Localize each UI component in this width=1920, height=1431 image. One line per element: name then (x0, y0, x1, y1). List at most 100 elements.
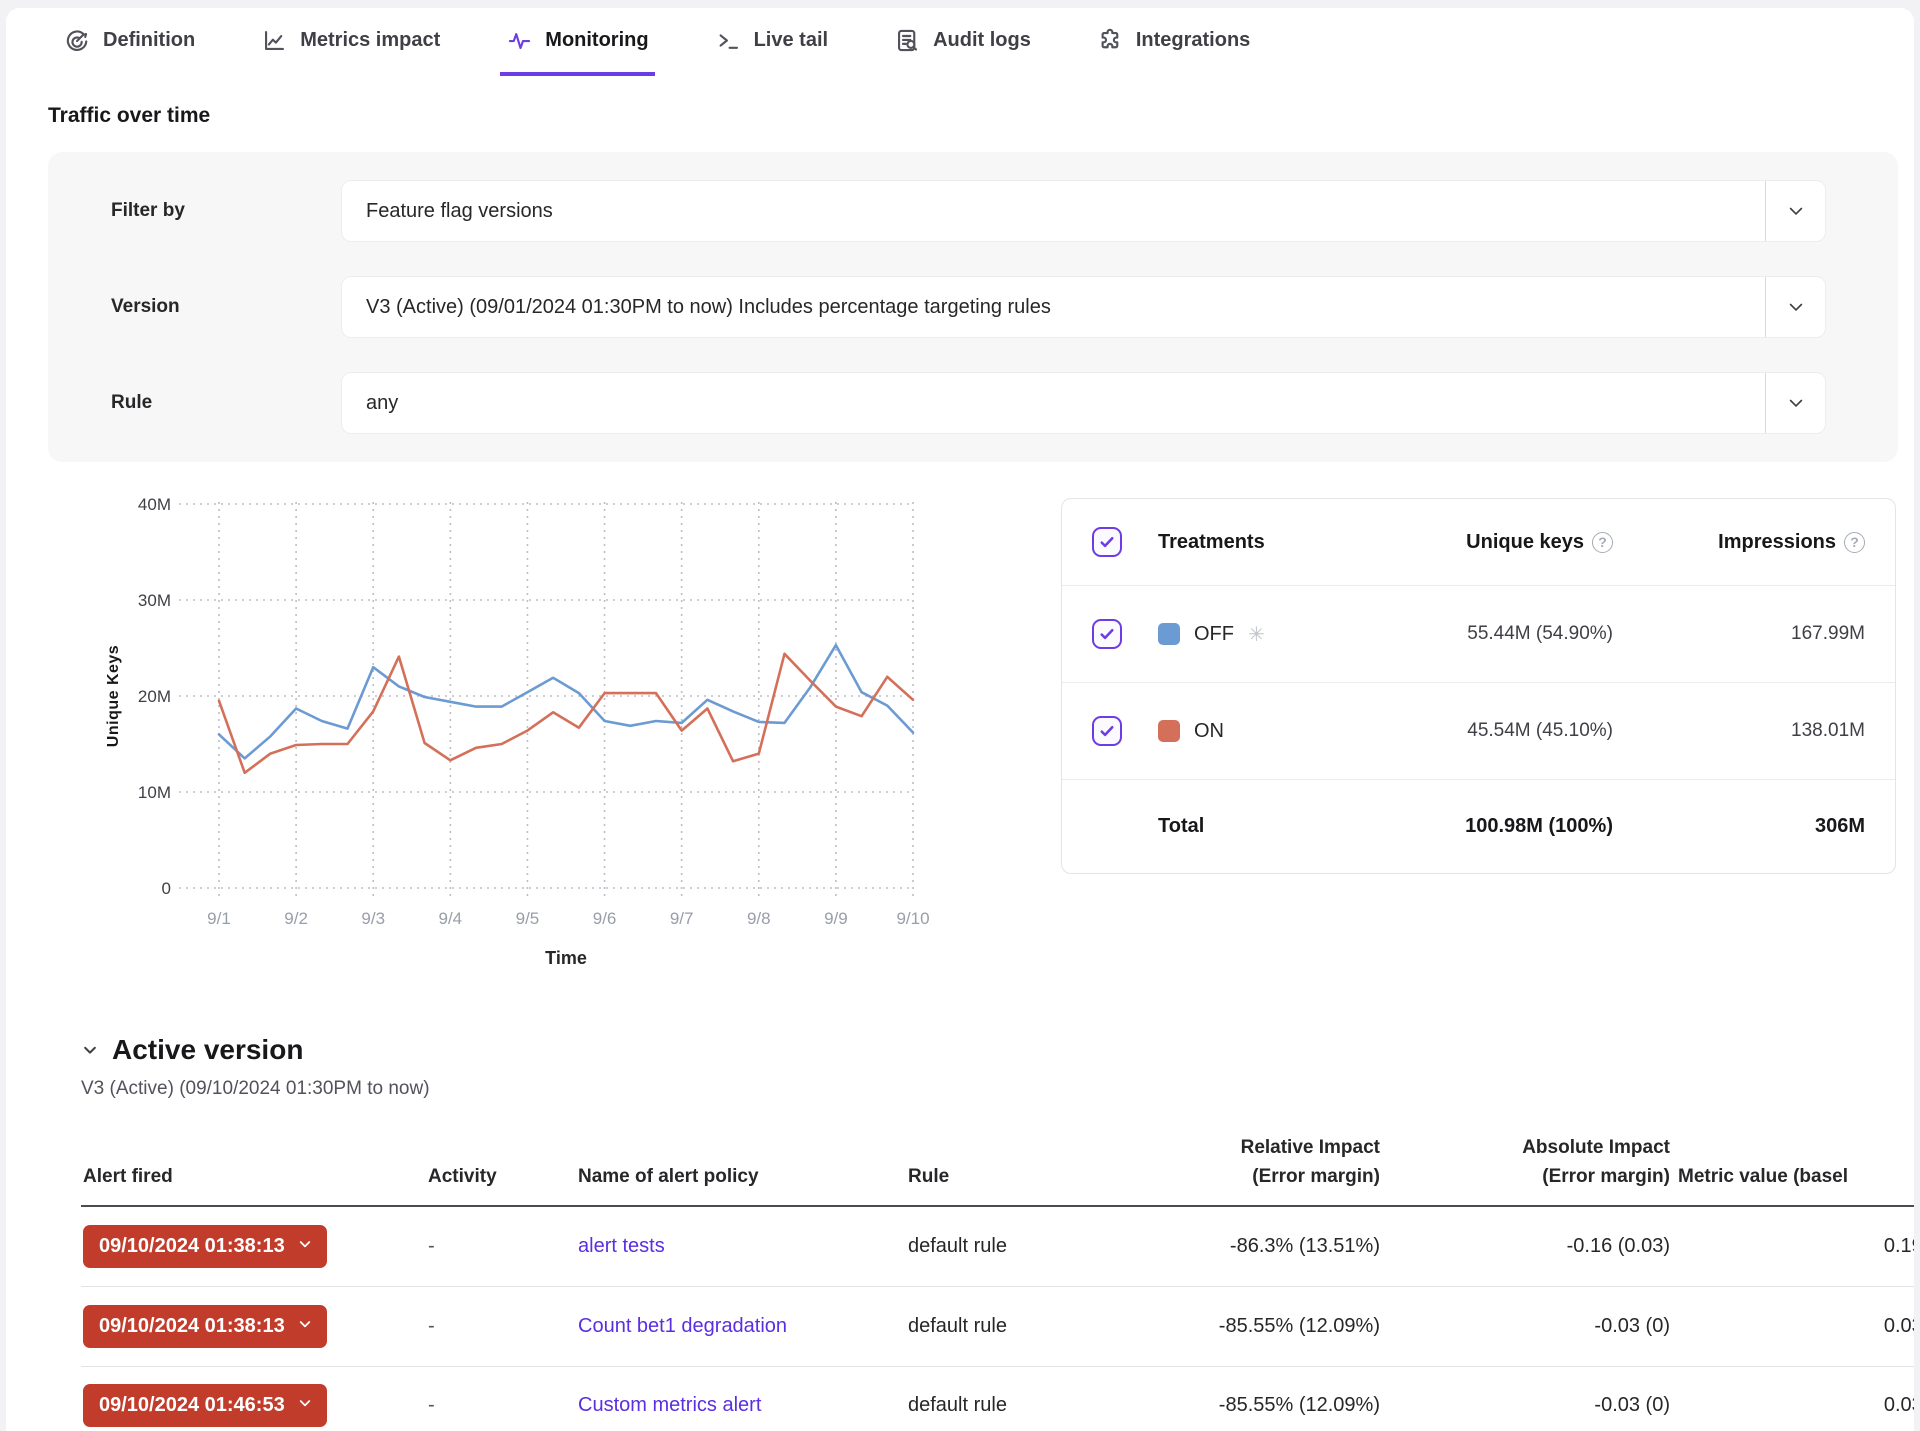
svg-text:9/4: 9/4 (439, 909, 463, 928)
treatment-row-off: OFF✳55.44M (54.90%)167.99M (1062, 585, 1895, 682)
alert-policy-link[interactable]: Count bet1 degradation (578, 1315, 787, 1337)
svg-text:9/10: 9/10 (896, 909, 929, 928)
column-header-2: Name of alert policy (576, 1163, 906, 1206)
filter-label: Version (111, 296, 341, 318)
alert-activity: - (426, 1315, 576, 1338)
alert-policy-link[interactable]: alert tests (578, 1235, 665, 1257)
select-value: V3 (Active) (09/01/2024 01:30PM to now) … (366, 296, 1051, 319)
select-value: any (366, 392, 398, 415)
alert-relative-impact: -85.55% (12.09%) (1131, 1315, 1386, 1338)
active-version-title: Active version (112, 1034, 303, 1066)
svg-text:9/3: 9/3 (361, 909, 385, 928)
svg-text:9/6: 9/6 (593, 909, 617, 928)
treatments-panel: Treatments Unique keys ? Impressions ? O… (1061, 498, 1896, 874)
alert-metric-value: 0.03 ( (1676, 1315, 1914, 1338)
tab-metrics-impact[interactable]: Metrics impact (255, 8, 446, 76)
treatment-row-on: ON 45.54M (45.10%)138.01M (1062, 682, 1895, 779)
svg-text:40M: 40M (138, 495, 171, 514)
alert-relative-impact: -85.55% (12.09%) (1131, 1394, 1386, 1417)
active-version-subtitle: V3 (Active) (09/10/2024 01:30PM to now) (81, 1078, 1914, 1100)
svg-text:9/1: 9/1 (207, 909, 231, 928)
chevron-down-icon (297, 1315, 313, 1338)
filter-row-version: Version V3 (Active) (09/01/2024 01:30PM t… (111, 276, 1826, 338)
alert-absolute-impact: -0.03 (0) (1386, 1394, 1676, 1417)
column-header-6: Metric value (basel (1676, 1163, 1914, 1206)
svg-text:Time: Time (545, 948, 587, 968)
tab-audit-logs[interactable]: Audit logs (888, 8, 1037, 76)
live-tail-icon (715, 27, 742, 54)
alert-row: 09/10/2024 01:46:53 -Custom metrics alert… (81, 1367, 1914, 1431)
tab-definition[interactable]: Definition (58, 8, 201, 76)
column-header-1: Activity (426, 1163, 576, 1206)
filter-panel: Filter by Feature flag versions Version V3 … (48, 152, 1898, 462)
treatment-name: OFF (1194, 623, 1234, 646)
tab-label: Live tail (754, 29, 828, 52)
metrics-impact-icon (261, 27, 288, 54)
definition-icon (64, 27, 91, 54)
alert-rule: default rule (906, 1235, 1131, 1258)
filter-label: Filter by (111, 200, 341, 222)
alert-relative-impact: -86.3% (13.51%) (1131, 1235, 1386, 1258)
chevron-down-icon (297, 1394, 313, 1417)
tab-bar: Definition Metrics impact Monitoring Live t… (6, 8, 1914, 76)
svg-text:30M: 30M (138, 591, 171, 610)
tab-label: Definition (103, 29, 195, 52)
alert-metric-value: 0.19 ( (1676, 1235, 1914, 1258)
chevron-down-icon (297, 1235, 313, 1258)
alert-absolute-impact: -0.03 (0) (1386, 1315, 1676, 1338)
column-header-4: Relative Impact (Error margin) (1131, 1134, 1386, 1205)
alert-fired-timestamp: 09/10/2024 01:38:13 (99, 1315, 285, 1338)
alert-activity: - (426, 1394, 576, 1417)
svg-text:9/9: 9/9 (824, 909, 848, 928)
treatment-impressions: 167.99M (1613, 623, 1865, 645)
alert-rule: default rule (906, 1315, 1131, 1338)
collapse-chevron-icon[interactable] (81, 1041, 99, 1059)
unique-keys-column-label: Unique keys (1466, 531, 1584, 554)
treatment-name: ON (1194, 720, 1224, 743)
alert-policy-link[interactable]: Custom metrics alert (578, 1394, 761, 1416)
treatments-select-all-checkbox[interactable] (1092, 527, 1122, 557)
filter-by-select[interactable]: Feature flag versions (341, 180, 1826, 242)
alert-fired-button[interactable]: 09/10/2024 01:46:53 (83, 1384, 327, 1427)
alert-absolute-impact: -0.16 (0.03) (1386, 1235, 1676, 1258)
treatment-checkbox[interactable] (1092, 716, 1122, 746)
filter-row-filter-by: Filter by Feature flag versions (111, 180, 1826, 242)
treatments-header: Treatments Unique keys ? Impressions ? (1062, 499, 1895, 585)
unique-keys-help-icon[interactable]: ? (1592, 532, 1613, 553)
column-header-0: Alert fired (81, 1163, 426, 1206)
treatments-column-label: Treatments (1158, 531, 1313, 554)
monitoring-icon (506, 27, 533, 54)
alert-fired-button[interactable]: 09/10/2024 01:38:13 (83, 1305, 327, 1348)
svg-text:0: 0 (162, 879, 171, 898)
alert-fired-timestamp: 09/10/2024 01:38:13 (99, 1235, 285, 1258)
alert-fired-button[interactable]: 09/10/2024 01:38:13 (83, 1225, 327, 1268)
impressions-column-label: Impressions (1718, 531, 1836, 554)
svg-text:9/8: 9/8 (747, 909, 771, 928)
alert-rule: default rule (906, 1394, 1131, 1417)
alert-row: 09/10/2024 01:38:13 -alert tests default r… (81, 1207, 1914, 1287)
tab-label: Metrics impact (300, 29, 440, 52)
treatment-unique-keys: 45.54M (45.10%) (1313, 720, 1613, 742)
svg-text:20M: 20M (138, 687, 171, 706)
tab-live-tail[interactable]: Live tail (709, 8, 834, 76)
alert-row: 09/10/2024 01:38:13 -Count bet1 degradati… (81, 1287, 1914, 1367)
tab-integrations[interactable]: Integrations (1091, 8, 1256, 76)
filter-label: Rule (111, 392, 341, 414)
alert-activity: - (426, 1235, 576, 1258)
integrations-icon (1097, 27, 1124, 54)
treatment-checkbox[interactable] (1092, 619, 1122, 649)
version-select[interactable]: V3 (Active) (09/01/2024 01:30PM to now) … (341, 276, 1826, 338)
select-value: Feature flag versions (366, 200, 553, 223)
svg-text:9/2: 9/2 (284, 909, 308, 928)
svg-text:9/5: 9/5 (516, 909, 540, 928)
tab-monitoring[interactable]: Monitoring (500, 8, 654, 76)
rule-select[interactable]: any (341, 372, 1826, 434)
audit-logs-icon (894, 27, 921, 54)
alerts-table: Alert firedActivityName of alert policyR… (81, 1134, 1914, 1431)
treatment-impressions: 138.01M (1613, 720, 1865, 742)
chevron-down-icon (1765, 373, 1825, 433)
tab-label: Integrations (1136, 29, 1250, 52)
column-header-3: Rule (906, 1163, 1131, 1206)
impressions-help-icon[interactable]: ? (1844, 532, 1865, 553)
traffic-chart: 010M20M30M40M9/19/29/39/49/59/69/79/89/9… (101, 490, 1061, 982)
